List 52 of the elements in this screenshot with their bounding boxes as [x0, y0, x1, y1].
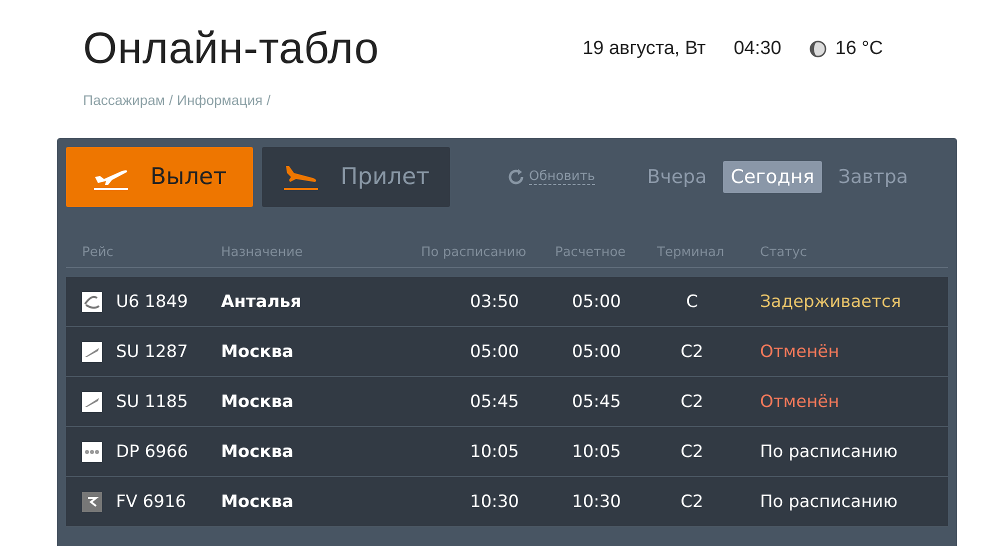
direction-tab[interactable]: Прилет — [262, 147, 450, 207]
estimated-time: 05:00 — [571, 292, 622, 312]
estimated-time: 05:45 — [571, 392, 622, 412]
breadcrumb-separator: / — [169, 92, 173, 110]
destination-cell-text: Москва — [221, 392, 294, 412]
terminal-cell-text: C — [685, 292, 699, 312]
refresh-button[interactable]: Обновить — [507, 168, 596, 186]
breadcrumb-link[interactable]: Пассажирам — [83, 92, 166, 126]
status-text: По расписанию — [760, 442, 899, 462]
status-text: Задерживается — [760, 292, 902, 312]
breadcrumb-separator: / — [266, 92, 271, 110]
day-tab[interactable]: Сегодня — [722, 161, 822, 193]
scheduled-time: 05:00 — [469, 342, 520, 362]
scheduled-time: 10:05 — [469, 442, 520, 462]
refresh-icon — [507, 168, 525, 186]
airline-logo-icon — [82, 292, 102, 312]
airline-logo-icon — [82, 342, 102, 362]
temperature-text: 16 °C — [835, 38, 883, 60]
terminal-cell-text: C2 — [680, 342, 704, 362]
status-text: По расписанию — [760, 492, 899, 512]
airline-logo-icon — [82, 392, 102, 412]
estimated-time: 10:30 — [571, 492, 622, 512]
plane-landing-icon — [282, 163, 320, 191]
airline-logo-icon — [82, 492, 102, 512]
destination-cell-text: Москва — [221, 492, 294, 512]
flight-number: SU 1287 — [116, 342, 188, 362]
scheduled-time: 05:45 — [469, 392, 520, 412]
status-text: Отменён — [760, 392, 840, 412]
status-text: Отменён — [760, 342, 840, 362]
date-text: 19 августа, Вт — [582, 38, 706, 60]
flight-number: U6 1849 — [116, 292, 188, 312]
day-tab[interactable]: Вчера — [639, 161, 715, 193]
destination-cell-text: Москва — [221, 442, 294, 462]
scheduled-time: 10:30 — [469, 492, 520, 512]
breadcrumb-link[interactable]: Информация — [176, 92, 263, 126]
terminal-cell-text: C2 — [680, 492, 704, 512]
estimated-time: 05:00 — [571, 342, 622, 362]
destination-cell-text: Анталья — [221, 292, 302, 312]
terminal-cell-text: C2 — [680, 392, 704, 412]
flight-number: FV 6916 — [116, 492, 186, 512]
flight-number: DP 6966 — [116, 442, 188, 462]
time-text: 04:30 — [734, 38, 782, 60]
scheduled-time: 03:50 — [469, 292, 520, 312]
direction-tab[interactable]: Вылет — [66, 147, 253, 207]
estimated-time: 10:05 — [571, 442, 622, 462]
page-title: Онлайн-табло — [83, 24, 380, 74]
airline-logo-icon — [82, 442, 102, 462]
terminal-cell-text: C2 — [680, 442, 704, 462]
flight-number: SU 1185 — [116, 392, 188, 412]
destination-cell-text: Москва — [221, 342, 294, 362]
moon-icon — [809, 40, 828, 58]
day-tab[interactable]: Завтра — [830, 161, 916, 193]
